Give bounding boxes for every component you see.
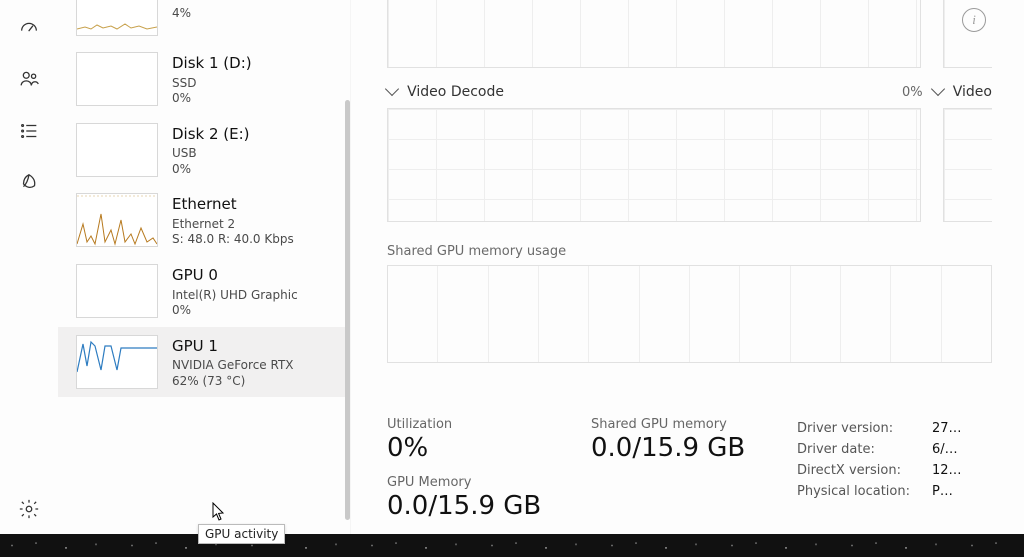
section-percent: 0% (902, 85, 923, 100)
sparkline-thumb (76, 0, 158, 36)
list-item-value: 0% (172, 91, 252, 107)
list-item-gpu0[interactable]: GPU 0 Intel(R) UHD Graphic 0% (58, 256, 350, 327)
stat-label: Shared GPU memory (591, 417, 761, 432)
sparkline-thumb (76, 123, 158, 177)
chart-shared-gpu-memory (387, 265, 992, 363)
driver-info-table: Driver version: 27… Driver date: 6/… Dir… (795, 417, 964, 503)
list-item-sub: Intel(R) UHD Graphic (172, 288, 298, 304)
list-item-sub: NVIDIA GeForce RTX (172, 358, 294, 374)
info-icon[interactable]: i (962, 8, 986, 32)
list-item-meta: GPU 1 NVIDIA GeForce RTX 62% (73 °C) (172, 335, 294, 390)
list-item-meta: GPU 0 Intel(R) UHD Graphic 0% (172, 264, 298, 319)
chart-video-partial (943, 108, 992, 222)
list-item-gpu1[interactable]: GPU 1 NVIDIA GeForce RTX 62% (73 °C) (58, 327, 350, 398)
chevron-down-icon (385, 82, 399, 96)
list-item-meta: Disk 2 (E:) USB 0% (172, 123, 250, 178)
stat-value: 0% (387, 432, 557, 465)
top-chart-row: i (387, 0, 992, 68)
leaf-icon[interactable] (18, 172, 40, 194)
sparkline-thumb (76, 335, 158, 389)
list-item-ethernet[interactable]: Ethernet Ethernet 2 S: 48.0 R: 40.0 Kbps (58, 185, 350, 256)
kv-key: Driver date: (797, 440, 930, 459)
shared-mem-label: Shared GPU memory usage (387, 244, 992, 259)
gauge-icon[interactable] (18, 16, 40, 38)
kv-key: DirectX version: (797, 461, 930, 480)
list-item-sub: USB (172, 146, 250, 162)
video-decode-section: Video Decode 0% Video (387, 80, 992, 222)
stats-col-driver: Driver version: 27… Driver date: 6/… Dir… (795, 417, 964, 522)
kv-key: Physical location: (797, 482, 930, 501)
stat-label: GPU Memory (387, 475, 557, 490)
gear-icon[interactable] (18, 498, 40, 520)
filmstrip-bar (0, 534, 1024, 557)
section-title: Video Decode (407, 84, 504, 100)
list-item-value: 0% (172, 162, 250, 178)
list-item-title: GPU 1 (172, 337, 294, 357)
list-item-value: 0% (172, 303, 298, 319)
sparkline-thumb (76, 193, 158, 247)
sparkline-thumb (76, 264, 158, 318)
list-item-title: Disk 2 (E:) (172, 125, 250, 145)
resource-list: SSD 4% Disk 1 (D:) SSD 0% Disk 2 (E:) US… (58, 0, 351, 534)
section-toggle-video-decode[interactable]: Video Decode (387, 84, 504, 100)
kv-key: Driver version: (797, 419, 930, 438)
list-item-title: SSD (172, 0, 203, 4)
list-item-title: Disk 1 (D:) (172, 54, 252, 74)
table-row: Driver version: 27… (797, 419, 962, 438)
stats-col-shared: Shared GPU memory 0.0/15.9 GB (591, 417, 761, 522)
table-row: Physical location: P… (797, 482, 962, 501)
sparkline-thumb (76, 52, 158, 106)
list-item-disk1[interactable]: Disk 1 (D:) SSD 0% (58, 44, 350, 115)
chart-box (387, 0, 921, 68)
list-item-sub: Ethernet 2 (172, 217, 294, 233)
stats-col-utilization: Utilization 0% GPU Memory 0.0/15.9 GB (387, 417, 557, 522)
list-icon[interactable] (18, 120, 40, 142)
section-toggle-video[interactable]: Video (933, 84, 992, 100)
list-item-disk2[interactable]: Disk 2 (E:) USB 0% (58, 115, 350, 186)
detail-pane: i Video Decode 0% Video (351, 0, 1024, 534)
sidebar-scrollbar[interactable] (345, 100, 350, 520)
list-item-value: 62% (73 °C) (172, 374, 294, 390)
list-item-meta: SSD 4% (172, 0, 203, 21)
list-item-meta: Disk 1 (D:) SSD 0% (172, 52, 252, 107)
stat-label: Utilization (387, 417, 557, 432)
kv-value: 12… (932, 461, 962, 480)
kv-value: 6/… (932, 440, 962, 459)
stats-row: Utilization 0% GPU Memory 0.0/15.9 GB Sh… (387, 417, 1008, 522)
task-manager-performance: SSD 4% Disk 1 (D:) SSD 0% Disk 2 (E:) US… (0, 0, 1024, 534)
list-item-disk0-ssd[interactable]: SSD 4% (58, 0, 350, 44)
chevron-down-icon (931, 82, 945, 96)
users-icon[interactable] (18, 68, 40, 90)
list-item-sub: SSD (172, 76, 252, 92)
kv-value: 27… (932, 419, 962, 438)
list-item-value: S: 48.0 R: 40.0 Kbps (172, 232, 294, 248)
list-item-title: Ethernet (172, 195, 294, 215)
list-item-title: GPU 0 (172, 266, 298, 286)
section-title: Video (953, 84, 992, 100)
stat-value: 0.0/15.9 GB (591, 432, 761, 465)
table-row: DirectX version: 12… (797, 461, 962, 480)
stat-value: 0.0/15.9 GB (387, 490, 557, 523)
nav-rail (0, 0, 58, 534)
chart-video-decode (387, 108, 921, 222)
list-item-value: 4% (172, 6, 203, 22)
kv-value: P… (932, 482, 962, 501)
chart-box-partial: i (943, 0, 992, 68)
table-row: Driver date: 6/… (797, 440, 962, 459)
list-item-meta: Ethernet Ethernet 2 S: 48.0 R: 40.0 Kbps (172, 193, 294, 248)
